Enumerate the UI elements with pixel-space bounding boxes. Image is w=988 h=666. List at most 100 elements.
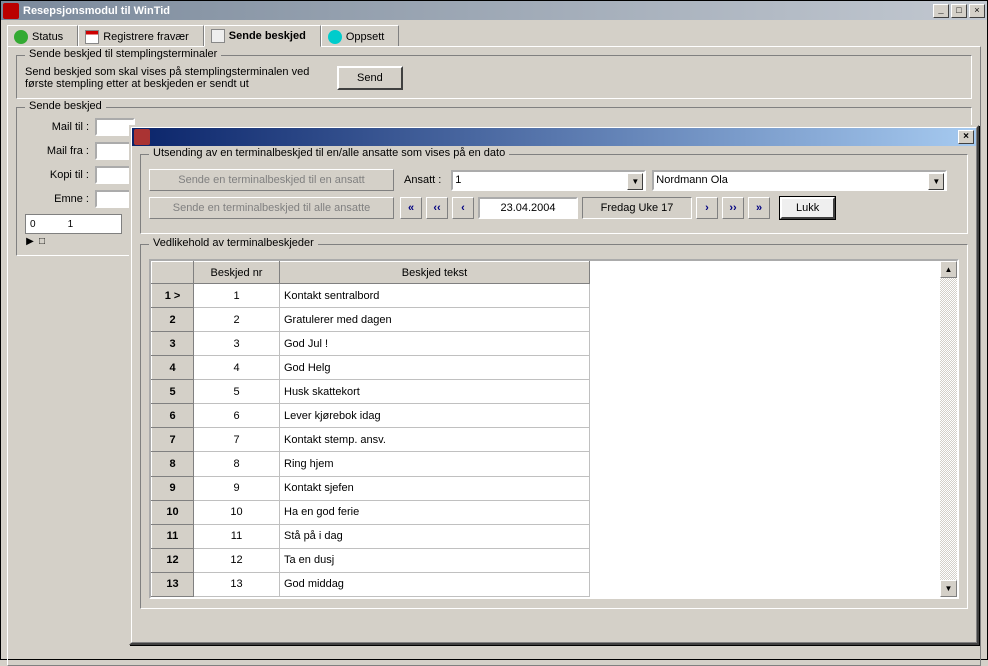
ansatt-name-combo[interactable]: Nordmann Ola ▼ [652, 170, 947, 191]
cell-text[interactable]: Ta en dusj [280, 548, 590, 572]
main-window: Resepsjonsmodul til WinTid _ □ × Status … [0, 0, 988, 660]
row-header[interactable]: 2 [152, 308, 194, 332]
row-header[interactable]: 8 [152, 452, 194, 476]
table-row[interactable]: 77Kontakt stemp. ansv. [152, 428, 590, 452]
maximize-button[interactable]: □ [951, 4, 967, 18]
table-row[interactable]: 99Kontakt sjefen [152, 476, 590, 500]
tab-oppsett[interactable]: Oppsett [321, 25, 400, 47]
cell-nr[interactable]: 8 [194, 452, 280, 476]
group-legend: Utsending av en terminalbeskjed til en/a… [149, 147, 509, 159]
tab-sende-beskjed[interactable]: Sende beskjed [204, 25, 321, 47]
status-icon [14, 30, 28, 44]
window-title: Resepsjonsmodul til WinTid [23, 5, 933, 17]
cell-nr[interactable]: 13 [194, 572, 280, 596]
scroll-up-icon[interactable]: ▲ [940, 261, 957, 278]
date-field[interactable]: 23.04.2004 [478, 197, 578, 219]
toolbar-icon[interactable]: □ [37, 236, 47, 247]
cell-text[interactable]: Stå på i dag [280, 524, 590, 548]
cell-nr[interactable]: 12 [194, 548, 280, 572]
cell-text[interactable]: Ha en god ferie [280, 500, 590, 524]
chevron-down-icon[interactable]: ▼ [928, 173, 944, 190]
row-header[interactable]: 5 [152, 380, 194, 404]
cell-nr[interactable]: 4 [194, 356, 280, 380]
table-row[interactable]: 55Husk skattekort [152, 380, 590, 404]
chevron-down-icon[interactable]: ▼ [627, 173, 643, 190]
table-row[interactable]: 88Ring hjem [152, 452, 590, 476]
tab-label: Status [32, 31, 63, 43]
cell-nr[interactable]: 2 [194, 308, 280, 332]
cell-nr[interactable]: 5 [194, 380, 280, 404]
table-row[interactable]: 22Gratulerer med dagen [152, 308, 590, 332]
table-row[interactable]: 44God Helg [152, 356, 590, 380]
cell-nr[interactable]: 9 [194, 476, 280, 500]
col-header-nr[interactable]: Beskjed nr [194, 262, 280, 284]
send-button[interactable]: Send [337, 66, 403, 90]
cell-text[interactable]: God Helg [280, 356, 590, 380]
row-header[interactable]: 10 [152, 500, 194, 524]
col-header-text[interactable]: Beskjed tekst [280, 262, 590, 284]
send-one-button[interactable]: Sende en terminalbeskjed til en ansatt [149, 169, 394, 191]
titlebar: Resepsjonsmodul til WinTid _ □ × [1, 1, 987, 20]
row-header[interactable]: 11 [152, 524, 194, 548]
combo-value: 1 [455, 174, 461, 186]
cell-text[interactable]: God Jul ! [280, 332, 590, 356]
nav-first-button[interactable]: « [400, 197, 422, 219]
tab-label: Sende beskjed [229, 30, 306, 42]
scroll-down-icon[interactable]: ▼ [940, 580, 957, 597]
table-corner[interactable] [152, 262, 194, 284]
cell-nr[interactable]: 1 [194, 284, 280, 308]
label-mail-fra: Mail fra : [25, 145, 95, 157]
table-row[interactable]: 1010Ha en god ferie [152, 500, 590, 524]
tab-status[interactable]: Status [7, 25, 78, 47]
cell-nr[interactable]: 3 [194, 332, 280, 356]
message-icon [211, 29, 225, 43]
table-row[interactable]: 1313God middag [152, 572, 590, 596]
row-header[interactable]: 6 [152, 404, 194, 428]
cell-nr[interactable]: 11 [194, 524, 280, 548]
scroll-track[interactable] [940, 278, 957, 580]
row-header[interactable]: 13 [152, 572, 194, 596]
cell-nr[interactable]: 7 [194, 428, 280, 452]
row-header[interactable]: 7 [152, 428, 194, 452]
send-all-button[interactable]: Sende en terminalbeskjed til alle ansatt… [149, 197, 394, 219]
tab-label: Registrere fravær [103, 31, 189, 43]
cell-text[interactable]: Kontakt sjefen [280, 476, 590, 500]
row-header[interactable]: 3 [152, 332, 194, 356]
nav-last-button[interactable]: » [748, 197, 770, 219]
tab-registrere[interactable]: Registrere fravær [78, 25, 204, 47]
vertical-scrollbar[interactable]: ▲ ▼ [940, 261, 957, 597]
ansatt-id-combo[interactable]: 1 ▼ [451, 170, 646, 191]
cell-text[interactable]: Husk skattekort [280, 380, 590, 404]
nav-prev-button[interactable]: ‹ [452, 197, 474, 219]
row-header[interactable]: 4 [152, 356, 194, 380]
combo-value: Nordmann Ola [656, 174, 728, 186]
table-row[interactable]: 1212Ta en dusj [152, 548, 590, 572]
nav-next-button[interactable]: › [696, 197, 718, 219]
close-button[interactable]: × [969, 4, 985, 18]
toolbar-icon[interactable]: ▶ [25, 236, 35, 247]
table-row[interactable]: 33God Jul ! [152, 332, 590, 356]
messages-table[interactable]: Beskjed nr Beskjed tekst 1 >1Kontakt sen… [151, 261, 590, 597]
nav-prev-fast-button[interactable]: ‹‹ [426, 197, 448, 219]
table-row[interactable]: 1111Stå på i dag [152, 524, 590, 548]
group-description: Send beskjed som skal vises på stempling… [25, 66, 325, 90]
dialog-close-button[interactable]: × [958, 130, 974, 144]
row-header[interactable]: 12 [152, 548, 194, 572]
cell-nr[interactable]: 6 [194, 404, 280, 428]
cell-text[interactable]: God middag [280, 572, 590, 596]
cell-text[interactable]: Gratulerer med dagen [280, 308, 590, 332]
dialog-icon [134, 129, 150, 145]
cell-text[interactable]: Kontakt stemp. ansv. [280, 428, 590, 452]
cell-text[interactable]: Lever kjørebok idag [280, 404, 590, 428]
cell-text[interactable]: Kontakt sentralbord [280, 284, 590, 308]
cell-nr[interactable]: 10 [194, 500, 280, 524]
nav-next-fast-button[interactable]: ›› [722, 197, 744, 219]
lukk-button[interactable]: Lukk [780, 197, 835, 219]
dialog-titlebar: × [132, 128, 976, 146]
row-header[interactable]: 9 [152, 476, 194, 500]
row-header[interactable]: 1 > [152, 284, 194, 308]
table-row[interactable]: 1 >1Kontakt sentralbord [152, 284, 590, 308]
minimize-button[interactable]: _ [933, 4, 949, 18]
cell-text[interactable]: Ring hjem [280, 452, 590, 476]
table-row[interactable]: 66Lever kjørebok idag [152, 404, 590, 428]
